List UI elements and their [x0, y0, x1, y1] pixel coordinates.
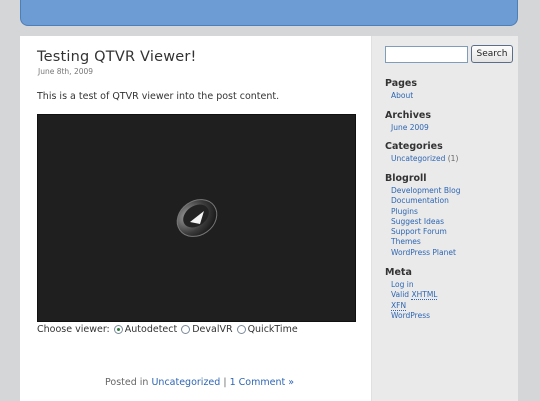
viewer-chooser: Choose viewer: Autodetect DevalVR QuickT… — [37, 324, 298, 335]
sidebar-link-valid[interactable]: Valid — [391, 290, 409, 299]
pages-list: About — [391, 91, 413, 101]
meta-list: Log in Valid XHTML XFN WordPress — [391, 280, 438, 321]
sidebar-heading-meta: Meta — [385, 267, 412, 278]
blogroll-link[interactable]: Suggest Ideas — [391, 217, 460, 227]
sidebar-link-log-in[interactable]: Log in — [391, 280, 437, 290]
post-date: June 8th, 2009 — [38, 67, 94, 76]
sidebar-link-about[interactable]: About — [391, 91, 413, 101]
blogroll-link[interactable]: Support Forum — [391, 227, 460, 237]
blogroll-list: Development Blog Documentation Plugins S… — [391, 186, 460, 258]
xfn-item: XFN — [391, 300, 437, 311]
search-input[interactable] — [385, 46, 468, 63]
radio-autodetect[interactable]: Autodetect — [113, 324, 178, 335]
category-item: Uncategorized (1) — [391, 154, 458, 164]
radio-button[interactable] — [236, 325, 246, 334]
archives-list: June 2009 — [391, 123, 429, 133]
category-count: (1) — [447, 154, 459, 163]
page-container: Testing QTVR Viewer! June 8th, 2009 This… — [20, 36, 518, 401]
category-link[interactable]: Uncategorized — [151, 377, 220, 388]
radio-button-checked[interactable] — [113, 325, 123, 334]
post-title[interactable]: Testing QTVR Viewer! — [37, 49, 197, 65]
header-bar — [20, 0, 518, 26]
search-button[interactable]: Search — [471, 45, 513, 63]
xhtml-abbr[interactable]: XHTML — [411, 290, 438, 301]
blogroll-link[interactable]: Development Blog — [391, 186, 460, 196]
radio-label: DevalVR — [192, 324, 233, 335]
post-meta: Posted in Uncategorized | 1 Comment » — [105, 377, 294, 388]
radio-button[interactable] — [181, 325, 191, 334]
sidebar-link-wordpress[interactable]: WordPress — [391, 311, 437, 321]
play-icon[interactable] — [174, 195, 220, 241]
blogroll-link[interactable]: WordPress Planet — [391, 248, 460, 258]
main-content: Testing QTVR Viewer! June 8th, 2009 This… — [20, 36, 371, 401]
blogroll-link[interactable]: Plugins — [391, 207, 460, 217]
sidebar-link-june-2009[interactable]: June 2009 — [391, 123, 429, 133]
sidebar: Search Pages About Archives June 2009 Ca… — [371, 36, 518, 401]
radio-label: QuickTime — [247, 324, 298, 335]
radio-quicktime[interactable]: QuickTime — [236, 324, 298, 335]
sidebar-heading-archives: Archives — [385, 110, 431, 121]
post-body-text: This is a test of QTVR viewer into the p… — [37, 91, 280, 102]
blogroll-link[interactable]: Themes — [391, 237, 460, 247]
valid-xhtml-item: Valid XHTML — [391, 290, 438, 301]
radio-devalvr[interactable]: DevalVR — [181, 324, 233, 335]
viewer-chooser-label: Choose viewer: — [37, 324, 110, 335]
categories-list: Uncategorized (1) — [391, 154, 458, 164]
radio-label: Autodetect — [124, 324, 178, 335]
meta-separator: | — [223, 377, 227, 388]
qtvr-viewer[interactable] — [37, 114, 356, 322]
sidebar-heading-categories: Categories — [385, 141, 443, 152]
comments-link[interactable]: 1 Comment » — [230, 377, 294, 388]
blogroll-link[interactable]: Documentation — [391, 196, 460, 206]
sidebar-heading-pages: Pages — [385, 78, 418, 89]
sidebar-link-uncategorized[interactable]: Uncategorized — [391, 154, 445, 163]
posted-in-text: Posted in — [105, 377, 149, 388]
sidebar-link-xfn[interactable]: XFN — [391, 300, 407, 311]
sidebar-heading-blogroll: Blogroll — [385, 173, 427, 184]
